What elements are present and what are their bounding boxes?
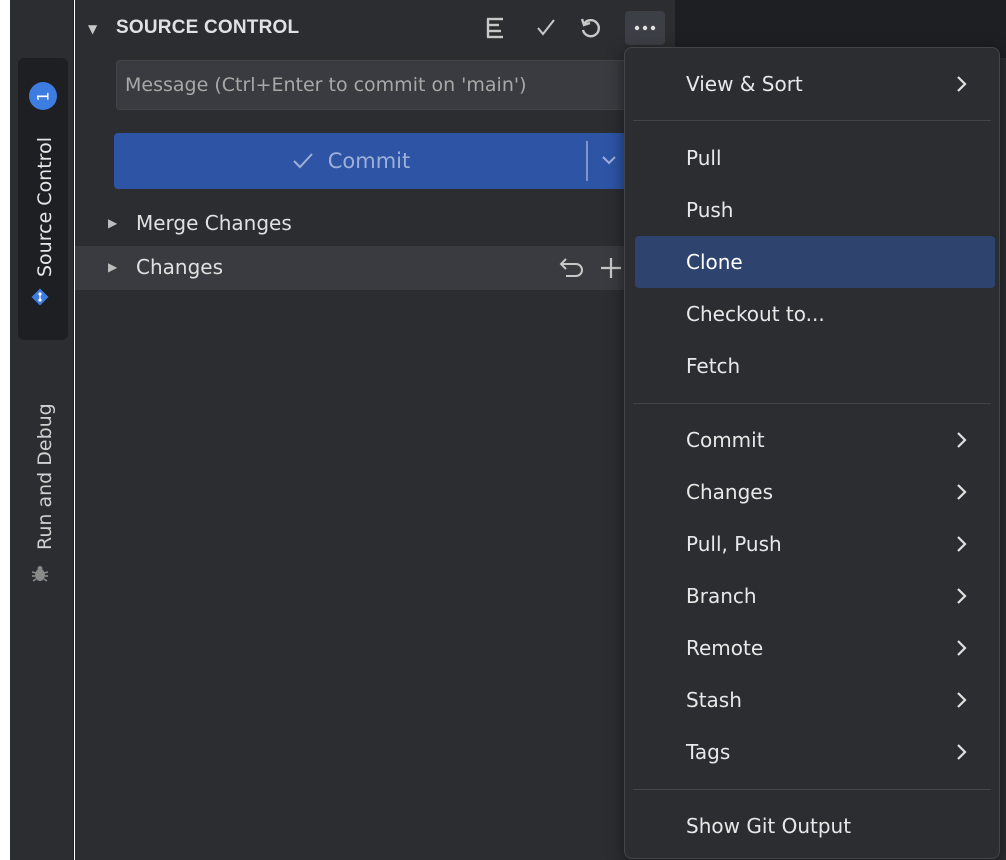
menu-item-branch[interactable]: Branch [635,570,995,622]
menu-item-label: View & Sort [686,72,803,96]
group-label: Merge Changes [136,211,292,235]
menu-item-pull-push[interactable]: Pull, Push [635,518,995,570]
chevron-right-icon [957,536,967,552]
chevron-right-icon [957,484,967,500]
expand-chevron-icon: ▶ [108,216,118,230]
merge-changes-group[interactable]: ▶ Merge Changes [75,202,675,246]
window-edge [0,0,10,860]
menu-item-push[interactable]: Push [635,184,995,236]
source-control-badge: 1 [29,82,57,110]
refresh-icon[interactable] [579,16,603,44]
vscode-window: 1 Source Control Run and Debug ▼ SOURCE … [0,0,1006,860]
chevron-right-icon [957,640,967,656]
commit-button[interactable]: Commit [114,133,634,189]
commit-message-input[interactable] [116,60,636,110]
menu-item-stash[interactable]: Stash [635,674,995,726]
menu-item-label: Commit [686,428,765,452]
chevron-right-icon [957,744,967,760]
menu-item-label: Fetch [686,354,741,378]
chevron-right-icon [957,432,967,448]
changes-group[interactable]: ▶ Changes [75,246,675,290]
menu-item-label: Tags [686,740,731,764]
panel-title: SOURCE CONTROL [116,17,300,38]
more-actions-menu: View & Sort Pull Push Clone Checkout to.… [624,47,1000,859]
discard-all-icon[interactable] [556,258,584,284]
menu-item-label: Branch [686,584,757,608]
commit-check-icon[interactable] [536,16,556,42]
menu-item-view-sort[interactable]: View & Sort [635,58,995,110]
menu-item-fetch[interactable]: Fetch [635,340,995,392]
view-as-tree-icon[interactable] [485,16,505,44]
menu-item-commit[interactable]: Commit [635,414,995,466]
chevron-right-icon [957,588,967,604]
menu-item-clone[interactable]: Clone [635,236,995,288]
menu-separator [633,789,991,790]
menu-item-label: Clone [686,250,743,274]
commit-button-label: Commit [327,149,411,173]
menu-item-show-git-output[interactable]: Show Git Output [635,800,995,852]
menu-item-label: Stash [686,688,742,712]
expand-chevron-icon: ▶ [108,260,118,274]
run-and-debug-label: Run and Debug [34,403,56,550]
chevron-right-icon [957,692,967,708]
menu-separator [633,120,991,121]
bug-icon [29,563,51,589]
menu-item-changes[interactable]: Changes [635,466,995,518]
source-control-label: Source Control [34,137,56,277]
menu-item-label: Remote [686,636,764,660]
menu-item-remote[interactable]: Remote [635,622,995,674]
menu-item-pull[interactable]: Pull [635,132,995,184]
menu-item-label: Pull, Push [686,532,782,556]
menu-item-tags[interactable]: Tags [635,726,995,778]
chevron-down-icon[interactable] [600,151,618,173]
stage-all-icon[interactable] [600,256,622,284]
more-actions-icon[interactable] [625,11,665,45]
chevron-right-icon [957,76,967,92]
menu-item-label: Push [686,198,734,222]
menu-separator [633,403,991,404]
commit-check-icon [293,153,313,169]
menu-item-label: Pull [686,146,722,170]
menu-item-label: Changes [686,480,773,504]
group-label: Changes [136,255,223,279]
menu-item-label: Checkout to... [686,302,825,326]
menu-item-label: Show Git Output [686,814,852,838]
git-icon [30,287,50,311]
menu-item-checkout[interactable]: Checkout to... [635,288,995,340]
commit-button-divider [586,141,588,181]
collapse-chevron-icon[interactable]: ▼ [88,22,97,36]
